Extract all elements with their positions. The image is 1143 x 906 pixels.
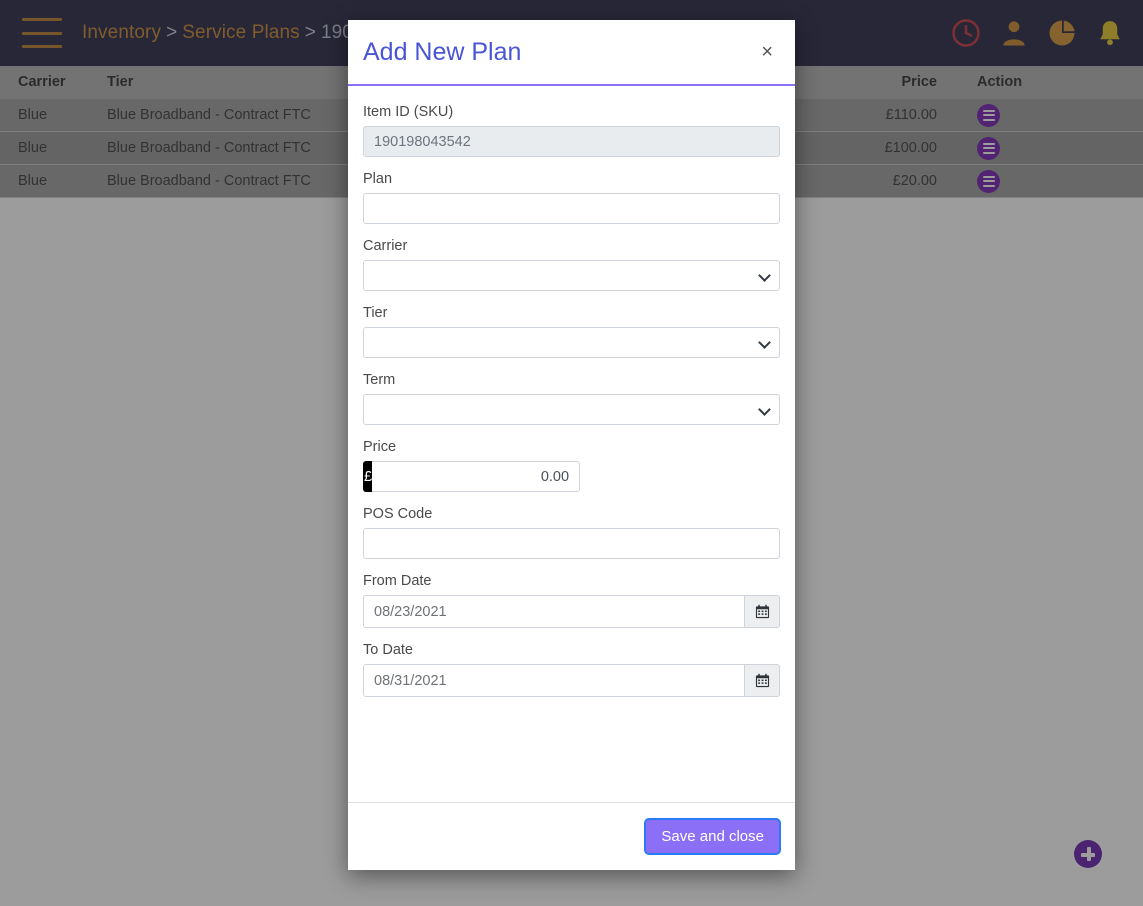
price-input-group: £ <box>363 461 581 492</box>
field-plan: Plan <box>363 171 780 224</box>
save-and-close-button[interactable]: Save and close <box>645 819 780 854</box>
pos-code-input[interactable] <box>363 528 780 559</box>
from-date-input[interactable] <box>363 595 744 628</box>
field-carrier: Carrier <box>363 238 780 291</box>
currency-symbol: £ <box>363 461 373 492</box>
calendar-icon[interactable] <box>744 595 780 628</box>
field-item-id: Item ID (SKU) <box>363 104 780 157</box>
tier-select-wrap <box>363 327 780 358</box>
carrier-select[interactable] <box>363 260 780 291</box>
plan-input[interactable] <box>363 193 780 224</box>
to-date-group <box>363 664 780 697</box>
carrier-select-wrap <box>363 260 780 291</box>
term-select-wrap <box>363 394 780 425</box>
label-carrier: Carrier <box>363 238 408 254</box>
term-select[interactable] <box>363 394 780 425</box>
close-icon[interactable]: × <box>755 38 779 66</box>
item-id-input[interactable] <box>363 126 780 157</box>
dialog-footer: Save and close <box>348 802 795 870</box>
label-item-id: Item ID (SKU) <box>363 104 454 120</box>
label-to-date: To Date <box>363 642 413 658</box>
label-price: Price <box>363 439 397 455</box>
to-date-input[interactable] <box>363 664 744 697</box>
price-input[interactable] <box>372 461 581 492</box>
field-price: Price £ <box>363 439 780 492</box>
dialog-title: Add New Plan <box>363 37 522 66</box>
from-date-group <box>363 595 780 628</box>
field-term: Term <box>363 372 780 425</box>
field-tier: Tier <box>363 305 780 358</box>
field-to-date: To Date <box>363 642 780 697</box>
label-term: Term <box>363 372 396 388</box>
label-tier: Tier <box>363 305 388 321</box>
calendar-icon[interactable] <box>744 664 780 697</box>
dialog-header: Add New Plan × <box>348 20 795 86</box>
label-plan: Plan <box>363 171 393 187</box>
label-pos-code: POS Code <box>363 506 433 522</box>
field-from-date: From Date <box>363 573 780 628</box>
add-new-plan-dialog: Add New Plan × Item ID (SKU) Plan Carrie… <box>348 20 795 870</box>
label-from-date: From Date <box>363 573 432 589</box>
dialog-body: Item ID (SKU) Plan Carrier Tier Term <box>348 86 795 802</box>
tier-select[interactable] <box>363 327 780 358</box>
field-pos-code: POS Code <box>363 506 780 559</box>
